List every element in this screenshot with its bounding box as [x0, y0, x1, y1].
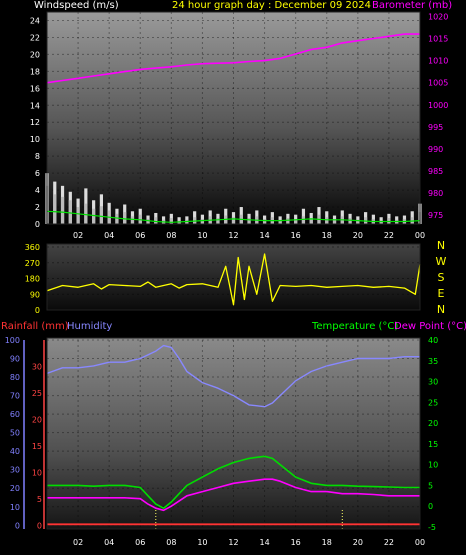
x-tick-label: 14	[259, 538, 269, 547]
baro-y-tick-label: 985	[428, 167, 443, 176]
wind-y-tick-label: 10	[30, 135, 40, 144]
dewpoint-axis-title: Dew Point (°C)	[394, 321, 466, 332]
direction-y-tick-label: 270	[25, 259, 40, 268]
baro-y-tick-label: 995	[428, 123, 443, 132]
rain-y-tick-label: 30	[32, 362, 42, 371]
x-tick-label: 08	[166, 231, 176, 240]
compass-label-e: E	[437, 287, 445, 300]
temp-y-tick-label: 35	[428, 357, 438, 366]
compass-label-bottom-n: N	[436, 303, 446, 316]
x-tick-label: 00	[415, 538, 425, 547]
x-tick-label: 20	[353, 538, 363, 547]
wind-y-tick-label: 8	[35, 152, 40, 161]
x-tick-label: 04	[104, 231, 114, 240]
barometer-axis-title: Barometer (mb)	[372, 0, 453, 11]
humidity-y-tick-label: 40	[10, 447, 20, 456]
humidity-y-tick-label: 90	[10, 355, 20, 364]
humidity-y-tick-label: 70	[10, 392, 20, 401]
baro-y-tick-label: 1020	[428, 12, 448, 21]
weather-graph: 0 2 4 6 8 10 12 14 16 18 20 22 24 975 980 985 990 995 1000…	[0, 0, 466, 555]
wind-axis-title: Windspeed (m/s)	[34, 0, 119, 11]
x-tick-label: 02	[73, 231, 83, 240]
temp-y-tick-label: 20	[428, 419, 438, 428]
baro-y-tick-label: 1010	[428, 57, 448, 66]
x-tick-label: 12	[228, 231, 238, 240]
temperature-axis-title: Temperature (°C)	[312, 321, 399, 332]
wind-y-tick-label: 0	[35, 220, 40, 229]
humidity-y-tick-label: 80	[10, 373, 20, 382]
weather-graph-svg: 0246810121416182022249759809859909951000…	[5, 11, 448, 547]
direction-y-tick-label: 90	[30, 290, 40, 299]
wind-y-tick-label: 18	[30, 67, 40, 76]
x-tick-label: 18	[322, 231, 332, 240]
direction-y-tick-label: 180	[25, 275, 40, 284]
temp-y-tick-label: 15	[428, 440, 438, 449]
wind-y-tick-label: 14	[30, 101, 40, 110]
rain-y-tick-label: 20	[32, 415, 42, 424]
x-tick-label: 14	[259, 231, 269, 240]
x-tick-label: 04	[104, 538, 114, 547]
x-tick-label: 00	[415, 231, 425, 240]
temp-y-tick-label: 5	[428, 481, 433, 490]
x-tick-label: 02	[73, 538, 83, 547]
rain-y-tick-label: 5	[37, 495, 42, 504]
wind-y-tick-label: 16	[30, 84, 40, 93]
humidity-y-tick-label: 100	[5, 336, 20, 345]
humidity-y-tick-label: 50	[10, 429, 20, 438]
humidity-y-tick-label: 60	[10, 410, 20, 419]
x-tick-label: 10	[197, 231, 207, 240]
baro-y-tick-label: 980	[428, 189, 443, 198]
wind-y-tick-label: 2	[35, 203, 40, 212]
wind-y-tick-label: 20	[30, 50, 40, 59]
humidity-axis-title: Humidity	[67, 321, 113, 332]
humidity-y-tick-label: 20	[10, 484, 20, 493]
temp-y-tick-label: 0	[428, 502, 433, 511]
humidity-y-tick-label: 0	[15, 521, 20, 530]
x-tick-label: 06	[135, 538, 145, 547]
chart-title: 24 hour graph day : December 09 2024	[172, 0, 371, 11]
temp-y-tick-label: -5	[428, 523, 436, 532]
x-tick-label: 12	[228, 538, 238, 547]
x-tick-label: 20	[353, 231, 363, 240]
x-tick-label: 10	[197, 538, 207, 547]
direction-y-tick-label: 0	[35, 306, 40, 315]
rain-y-tick-label: 10	[32, 468, 42, 477]
wind-y-tick-label: 6	[35, 169, 40, 178]
baro-y-tick-label: 1005	[428, 79, 448, 88]
x-tick-label: 08	[166, 538, 176, 547]
humidity-y-tick-label: 30	[10, 466, 20, 475]
rain-y-tick-label: 25	[32, 389, 42, 398]
temp-y-tick-label: 40	[428, 336, 438, 345]
x-tick-label: 18	[322, 538, 332, 547]
rainfall-axis-title: Rainfall (mm)	[1, 321, 69, 332]
baro-y-tick-label: 1015	[428, 35, 448, 44]
rain-y-tick-label: 15	[32, 442, 42, 451]
x-tick-label: 06	[135, 231, 145, 240]
x-tick-label: 22	[384, 538, 394, 547]
baro-y-tick-label: 1000	[428, 101, 448, 110]
x-tick-label: 16	[291, 538, 301, 547]
wind-y-tick-label: 24	[30, 16, 40, 25]
temp-y-tick-label: 25	[428, 398, 438, 407]
compass-label-w: W	[435, 255, 447, 268]
direction-y-tick-label: 360	[25, 243, 40, 252]
x-tick-label: 22	[384, 231, 394, 240]
temp-y-tick-label: 30	[428, 378, 438, 387]
baro-y-tick-label: 975	[428, 211, 443, 220]
humidity-y-tick-label: 10	[10, 503, 20, 512]
x-tick-label: 16	[291, 231, 301, 240]
rain-y-tick-label: 0	[37, 521, 42, 530]
compass-label-top-n: N	[436, 239, 446, 252]
compass-label-s: S	[437, 271, 445, 284]
wind-y-tick-label: 22	[30, 33, 40, 42]
wind-y-tick-label: 4	[35, 186, 40, 195]
temp-y-tick-label: 10	[428, 461, 438, 470]
wind-y-tick-label: 12	[30, 118, 40, 127]
baro-y-tick-label: 990	[428, 145, 443, 154]
